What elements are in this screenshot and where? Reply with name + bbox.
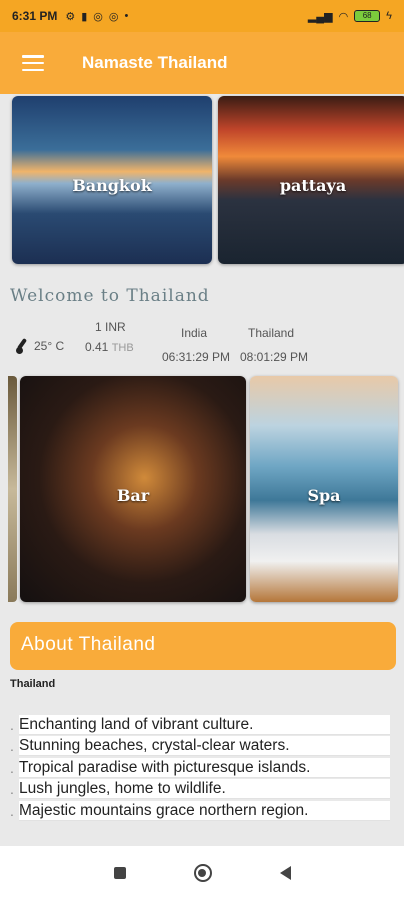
activity-card-bar[interactable]: Bar — [20, 376, 246, 602]
status-right: ▂▄▆ ◠ 68 ϟ — [308, 10, 392, 23]
whatsapp-icon: ◎ — [108, 10, 119, 23]
country-india: India — [181, 326, 208, 340]
fact-text: Lush jungles, home to wildlife. — [19, 779, 390, 800]
city-card-label: Bangkok — [72, 176, 152, 195]
time-thailand: 08:01:29 PM — [240, 350, 309, 364]
list-item: . Lush jungles, home to wildlife. — [10, 779, 390, 801]
activity-card-label: Spa — [307, 486, 341, 505]
battery-icon: 68 — [354, 10, 381, 22]
country-thailand: Thailand — [248, 326, 295, 340]
currency-to: THB — [111, 342, 134, 354]
activity-card-spa[interactable]: Spa — [250, 376, 398, 602]
about-subtitle: Thailand — [10, 678, 56, 690]
city-card-bangkok[interactable]: Bangkok — [12, 96, 212, 264]
fact-text: Enchanting land of vibrant culture. — [19, 714, 390, 735]
city-card-label: pattaya — [279, 176, 347, 195]
city-card-pattaya[interactable]: pattaya — [218, 96, 404, 264]
currency-from: 1 INR — [95, 320, 126, 334]
recents-icon[interactable] — [113, 867, 126, 879]
signal-icon: ▂▄▆ — [307, 10, 333, 23]
fact-text: Stunning beaches, crystal-clear waters. — [19, 736, 390, 757]
currency-value: 0.41 — [85, 340, 109, 354]
activity-card-partial[interactable] — [8, 376, 17, 602]
status-icons: ⚙ ▮ ◎ ◎ • — [65, 10, 128, 23]
app-title: Namaste Thailand — [82, 53, 228, 72]
dot-icon: • — [124, 9, 129, 22]
list-item: . Majestic mountains grace northern regio… — [10, 800, 390, 822]
activity-card-label: Bar — [116, 486, 150, 505]
back-icon[interactable] — [279, 866, 291, 880]
system-nav-bar — [0, 846, 404, 900]
time-india: 06:31:29 PM — [162, 350, 231, 364]
list-item: . Enchanting land of vibrant culture. — [10, 714, 390, 736]
home-icon[interactable] — [193, 864, 212, 882]
wifi-icon: ◠ — [338, 10, 349, 23]
welcome-heading: Welcome to Thailand — [10, 286, 210, 306]
about-header[interactable]: About Thailand — [10, 622, 396, 670]
fact-text: Majestic mountains grace northern region… — [19, 800, 390, 821]
menu-icon[interactable] — [22, 55, 44, 71]
fact-text: Tropical paradise with picturesque islan… — [19, 757, 390, 778]
notification-icon: ▮ — [81, 10, 88, 23]
city-carousel[interactable]: Bangkok pattaya — [10, 96, 404, 268]
list-item: . Stunning beaches, crystal-clear waters. — [10, 736, 390, 758]
activity-carousel[interactable]: Bar Spa — [0, 376, 404, 608]
facts-list: . Enchanting land of vibrant culture. . St… — [10, 714, 390, 822]
app-bar: Namaste Thailand — [0, 32, 404, 94]
whatsapp-icon: ◎ — [93, 10, 103, 23]
temperature-value: 25° C — [34, 339, 65, 353]
status-bar: 6:31 PM ⚙ ▮ ◎ ◎ • ▂▄▆ ◠ 68 ϟ — [0, 0, 404, 32]
currency-conversion: 0.41 THB — [85, 340, 134, 354]
thermometer-icon — [14, 338, 30, 354]
charging-icon: ϟ — [386, 10, 392, 22]
temperature: 25° C — [14, 338, 64, 354]
list-item: . Tropical paradise with picturesque isla… — [10, 757, 390, 779]
info-row: 25° C 1 INR 0.41 THB India Thailand 06:3… — [0, 318, 404, 368]
status-time: 6:31 PM — [12, 9, 58, 23]
settings-icon: ⚙ — [65, 10, 76, 23]
